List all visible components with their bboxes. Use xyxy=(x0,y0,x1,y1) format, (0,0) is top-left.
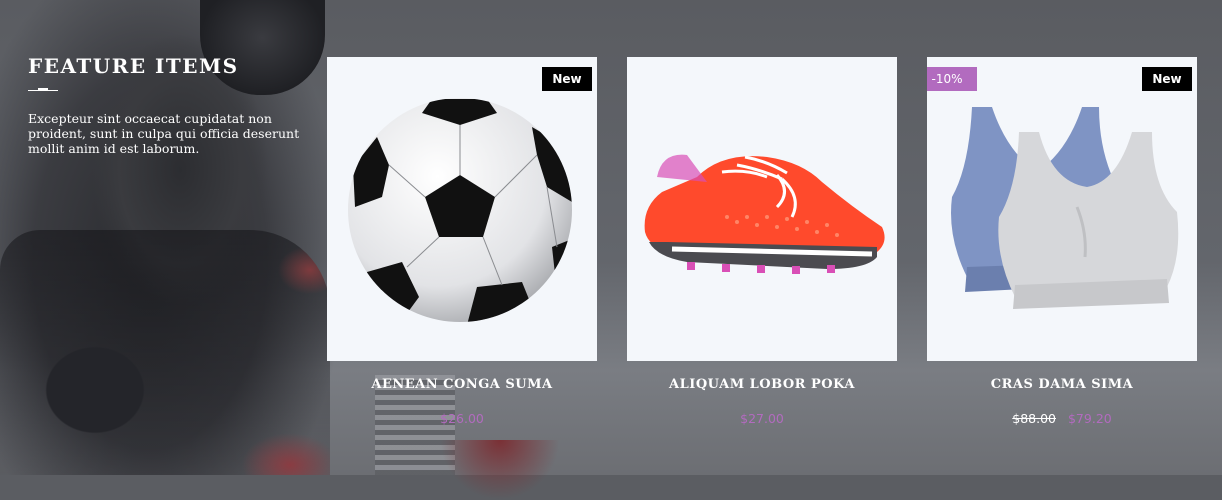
soccer-ball-icon xyxy=(348,98,572,322)
product-price: $27.00 xyxy=(627,411,897,426)
product-image[interactable] xyxy=(627,57,897,361)
product-price: $88.00 $79.20 xyxy=(927,411,1197,426)
product-image[interactable]: New xyxy=(327,57,597,361)
product-card[interactable]: -10% New CRAS DAMA SIMA $88.00 $79.20 xyxy=(927,57,1197,426)
product-price: $26.00 xyxy=(327,411,597,426)
new-badge: New xyxy=(542,67,592,91)
product-image[interactable]: -10% New xyxy=(927,57,1197,361)
section-description: Excepteur sint occaecat cupidatat non pr… xyxy=(28,111,300,156)
running-shoe-icon xyxy=(644,154,885,274)
motorcycle-shape xyxy=(0,230,330,475)
product-name[interactable]: CRAS DAMA SIMA xyxy=(927,377,1197,397)
title-underline xyxy=(28,88,58,91)
section-intro: FEATURE ITEMS Excepteur sint occaecat cu… xyxy=(28,52,318,156)
product-card[interactable]: ALIQUAM LOBOR POKA $27.00 xyxy=(627,57,897,426)
sale-badge: -10% xyxy=(927,67,977,91)
new-badge: New xyxy=(1142,67,1192,91)
current-price: $26.00 xyxy=(440,411,484,426)
old-price: $88.00 xyxy=(1012,411,1056,426)
product-name[interactable]: AENEAN CONGA SUMA xyxy=(327,377,597,397)
product-name[interactable]: ALIQUAM LOBOR POKA xyxy=(627,377,897,397)
current-price: $79.20 xyxy=(1067,411,1112,426)
sports-bra-icon xyxy=(951,107,1179,309)
current-price: $27.00 xyxy=(740,411,784,426)
product-card[interactable]: New AENEAN CONGA SUMA $26.00 xyxy=(327,57,597,426)
wheel-shape xyxy=(440,440,560,500)
section-title: FEATURE ITEMS xyxy=(28,54,239,78)
